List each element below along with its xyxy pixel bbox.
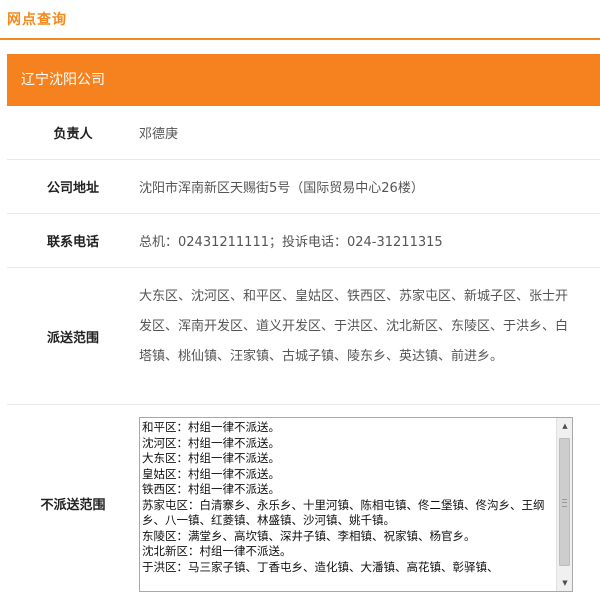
phone-label: 联系电话 (46, 235, 99, 250)
vertical-scrollbar[interactable]: ▲ ▼ (556, 418, 572, 591)
branch-card: 辽宁沈阳公司 负责人 邓德庚 公司地址 沈阳市浑南新区天赐街5号（国际贸易中心2… (7, 54, 600, 601)
row-phone: 联系电话 总机：02431211111；投诉电话：024-31211315 (7, 214, 600, 268)
scroll-thumb[interactable] (559, 438, 570, 566)
no-delivery-line: 东陵区：满堂乡、高坎镇、深井子镇、李相镇、祝家镇、杨官乡。 (142, 528, 476, 543)
branch-name: 辽宁沈阳公司 (7, 54, 600, 106)
row-no-delivery-scope: 不派送范围 和平区：村组一律不派送。 沈河区：村组一律不派送。 大东区：村组一律… (7, 405, 600, 601)
scroll-down-arrow-icon[interactable]: ▼ (557, 575, 572, 591)
address-label: 公司地址 (46, 181, 99, 196)
no-delivery-text: 和平区：村组一律不派送。 沈河区：村组一律不派送。 大东区：村组一律不派送。 皇… (140, 418, 555, 591)
leader-value: 邓德庚 (139, 127, 179, 142)
leader-label: 负责人 (53, 127, 93, 142)
grip-icon (562, 499, 567, 507)
scroll-up-arrow-icon[interactable]: ▲ (557, 418, 572, 434)
no-delivery-line: 沈河区：村组一律不派送。 (142, 435, 280, 450)
page-header: 网点查询 (0, 0, 600, 40)
no-delivery-line: 于洪区：马三家子镇、丁香屯乡、造化镇、大潘镇、高花镇、彰驿镇、 (142, 559, 499, 574)
page-title: 网点查询 (7, 12, 67, 28)
no-delivery-line: 铁西区：村组一律不派送。 (142, 482, 280, 496)
no-delivery-line: 苏家屯区：白清寨乡、永乐乡、十里河镇、陈相屯镇、佟二堡镇、佟沟乡、王纲乡、八一镇… (142, 497, 545, 528)
no-delivery-textarea[interactable]: 和平区：村组一律不派送。 沈河区：村组一律不派送。 大东区：村组一律不派送。 皇… (139, 417, 573, 592)
no-delivery-line: 皇姑区：村组一律不派送。 (142, 466, 280, 481)
row-address: 公司地址 沈阳市浑南新区天赐街5号（国际贸易中心26楼） (7, 160, 600, 214)
delivery-scope-value: 大东区、沈河区、和平区、皇姑区、铁西区、苏家屯区、新城子区、张士开发区、浑南开发… (139, 289, 569, 364)
no-delivery-line: 和平区：村组一律不派送。 (142, 420, 280, 434)
row-delivery-scope: 派送范围 大东区、沈河区、和平区、皇姑区、铁西区、苏家屯区、新城子区、张士开发区… (7, 268, 600, 405)
address-value: 沈阳市浑南新区天赐街5号（国际贸易中心26楼） (139, 181, 424, 196)
no-delivery-line: 沈北新区：村组一律不派送。 (142, 544, 292, 558)
no-delivery-label: 不派送范围 (40, 497, 106, 513)
delivery-scope-label: 派送范围 (46, 330, 99, 346)
header-divider (0, 38, 600, 40)
row-leader: 负责人 邓德庚 (7, 106, 600, 160)
no-delivery-cell: 和平区：村组一律不派送。 沈河区：村组一律不派送。 大东区：村组一律不派送。 皇… (139, 405, 600, 601)
no-delivery-line: 大东区：村组一律不派送。 (142, 451, 280, 465)
phone-value: 总机：02431211111；投诉电话：024-31211315 (139, 235, 443, 250)
